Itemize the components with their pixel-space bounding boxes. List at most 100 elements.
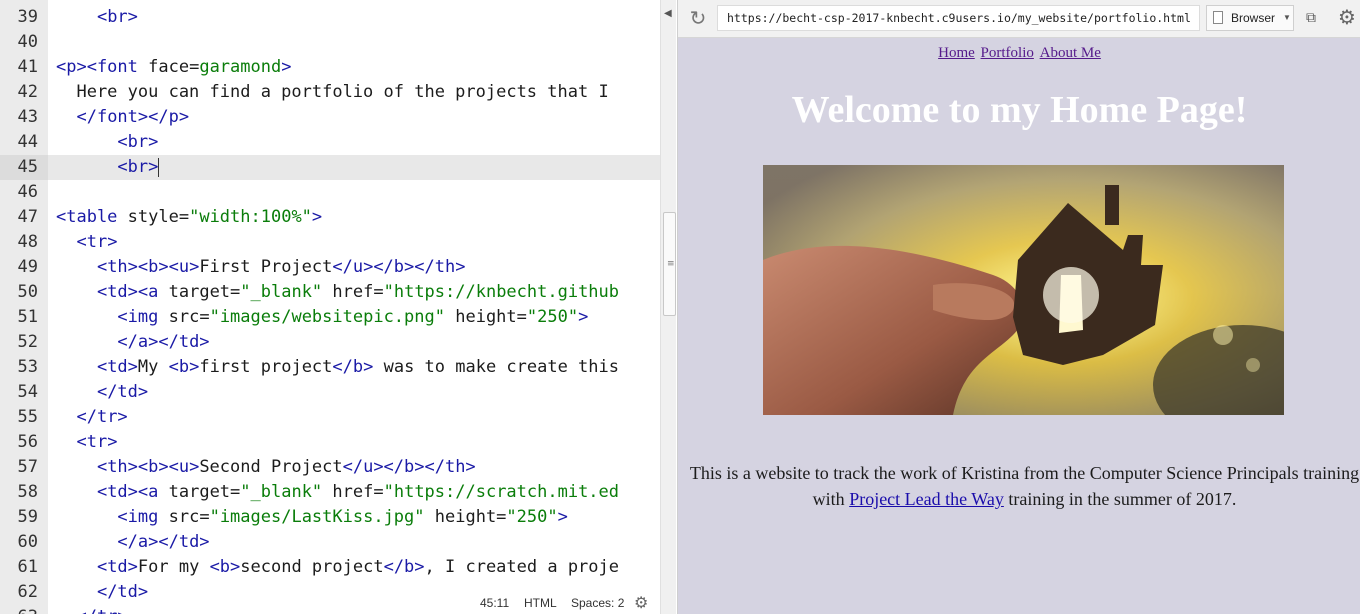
code-line[interactable]: 49 <th><b><u>First Project</u></b></th> [0, 255, 660, 280]
code-line[interactable]: 57 <th><b><u>Second Project</u></b></th> [0, 455, 660, 480]
line-number: 47 [17, 207, 38, 227]
code-line[interactable]: 43 </font></p> [0, 105, 660, 130]
browser-mode-dropdown[interactable]: Browser ▼ [1206, 5, 1294, 31]
code-line[interactable]: 52 </a></td> [0, 330, 660, 355]
code-text: <tr> [76, 232, 118, 252]
document-icon [1213, 11, 1223, 24]
line-number: 43 [17, 107, 38, 127]
code-text: </font></p> [76, 107, 190, 127]
code-line[interactable]: 44 <br> [0, 130, 660, 155]
code-line[interactable]: 42 Here you can find a portfolio of the … [0, 80, 660, 105]
code-text: <td>My <b>first project</b> was to make … [96, 357, 619, 377]
browser-toolbar: ↻ https://becht-csp-2017-knbecht.c9users… [678, 0, 1360, 38]
url-bar[interactable]: https://becht-csp-2017-knbecht.c9users.i… [717, 5, 1200, 31]
code-text: <th><b><u>Second Project</u></b></th> [96, 457, 476, 477]
line-number: 52 [17, 332, 38, 352]
line-number: 62 [17, 582, 38, 602]
hero-image [763, 165, 1284, 415]
code-line[interactable]: 45 <br> [0, 155, 660, 180]
line-number: 59 [17, 507, 38, 527]
line-number: 45 [0, 155, 48, 180]
code-text: <img src="images/websitepic.png" height=… [117, 307, 589, 327]
code-line[interactable]: 50 <td><a target="_blank" href="https://… [0, 280, 660, 305]
line-number: 49 [17, 257, 38, 277]
code-text: <td>For my <b>second project</b>, I crea… [96, 557, 619, 577]
code-line[interactable]: 53 <td>My <b>first project</b> was to ma… [0, 355, 660, 380]
code-text: </td> [96, 382, 149, 402]
code-text: <tr> [76, 432, 118, 452]
line-number: 58 [17, 482, 38, 502]
code-text: </a></td> [117, 532, 210, 552]
line-number: 55 [17, 407, 38, 427]
code-text: <p><font face=garamond> [56, 57, 292, 77]
code-text: <table style="width:100%"> [56, 207, 323, 227]
line-number: 56 [17, 432, 38, 452]
line-number: 63 [0, 605, 38, 614]
code-line[interactable]: 40 [0, 30, 660, 55]
code-line[interactable]: 58 <td><a target="_blank" href="https://… [0, 480, 660, 505]
code-text: </tr> [76, 407, 128, 427]
code-line[interactable]: 48 <tr> [0, 230, 660, 255]
cursor-position: 45:11 [480, 596, 510, 610]
line-number: 57 [17, 457, 38, 477]
code-line[interactable]: 39 <br> [0, 5, 660, 30]
line-number: 39 [17, 7, 38, 27]
code-text: </td> [96, 582, 149, 602]
code-text: <br> [117, 157, 160, 177]
line-number: 54 [17, 382, 38, 402]
house-in-hand-photo [763, 165, 1284, 415]
code-line[interactable]: 55 </tr> [0, 405, 660, 430]
description-text-end: training in the summer of 2017. [1003, 489, 1237, 509]
indent-setting[interactable]: Spaces: 2 [571, 596, 624, 610]
code-text: <img src="images/LastKiss.jpg" height="2… [117, 507, 568, 527]
chevron-down-icon: ▼ [1283, 13, 1291, 22]
code-text: </a></td> [117, 332, 210, 352]
line-number: 40 [17, 32, 38, 52]
code-editor-pane[interactable]: 39 <br> 40 41 <p><font face=garamond> 42 Her… [0, 0, 676, 614]
vertical-scrollbar[interactable]: ◀ ≡ [660, 0, 676, 614]
line-number: 48 [17, 232, 38, 252]
code-area[interactable]: 39 <br> 40 41 <p><font face=garamond> 42 Her… [0, 0, 660, 614]
code-line[interactable]: 60 </a></td> [0, 530, 660, 555]
nav-link-portfolio[interactable]: Portfolio [981, 45, 1034, 61]
site-nav: Home Portfolio About Me [678, 45, 1360, 62]
status-bar: 45:11 HTML Spaces: 2 ⚙ [470, 592, 660, 614]
reload-icon[interactable]: ↻ [687, 7, 709, 29]
page-headline: Welcome to my Home Page! [791, 89, 1248, 131]
page-description: This is a website to track the work of K… [688, 460, 1360, 512]
code-line[interactable]: 56 <tr> [0, 430, 660, 455]
code-line[interactable]: 59 <img src="images/LastKiss.jpg" height… [0, 505, 660, 530]
nav-link-home[interactable]: Home [938, 45, 975, 61]
gear-icon[interactable]: ⚙ [1338, 5, 1356, 29]
code-line[interactable]: 61 <td>For my <b>second project</b>, I c… [0, 555, 660, 580]
grip-icon: ≡ [667, 259, 675, 269]
nav-link-about[interactable]: About Me [1040, 45, 1101, 61]
gear-icon[interactable]: ⚙ [634, 593, 648, 613]
pltw-link[interactable]: Project Lead the Way [849, 489, 1004, 509]
code-line[interactable]: 54 </td> [0, 380, 660, 405]
scrollbar-thumb[interactable]: ≡ [663, 212, 676, 316]
line-number: 41 [17, 57, 38, 77]
popout-icon[interactable]: ⧉ [1306, 9, 1324, 27]
line-number: 42 [17, 82, 38, 102]
code-line[interactable]: 47 <table style="width:100%"> [0, 205, 660, 230]
language-mode[interactable]: HTML [524, 596, 557, 610]
line-number: 50 [17, 282, 38, 302]
code-text: Here you can find a portfolio of the pro… [56, 82, 609, 102]
line-number: 53 [17, 357, 38, 377]
line-number: 60 [17, 532, 38, 552]
scroll-up-icon[interactable]: ◀ [664, 8, 672, 19]
line-number: 46 [17, 182, 38, 202]
line-number: 44 [17, 132, 38, 152]
code-line[interactable]: 51 <img src="images/websitepic.png" heig… [0, 305, 660, 330]
browser-mode-label: Browser [1231, 11, 1276, 25]
code-line[interactable]: 41 <p><font face=garamond> [0, 55, 660, 80]
code-line[interactable]: 46 [0, 180, 660, 205]
code-text: <br> [117, 132, 159, 152]
code-text: <th><b><u>First Project</u></b></th> [96, 257, 466, 277]
line-number: 51 [17, 307, 38, 327]
code-text: <br> [96, 7, 138, 27]
browser-preview-pane: ↻ https://becht-csp-2017-knbecht.c9users… [677, 0, 1360, 614]
code-text: </tr> [56, 605, 127, 614]
code-text: <td><a target="_blank" href="https://scr… [96, 482, 620, 502]
